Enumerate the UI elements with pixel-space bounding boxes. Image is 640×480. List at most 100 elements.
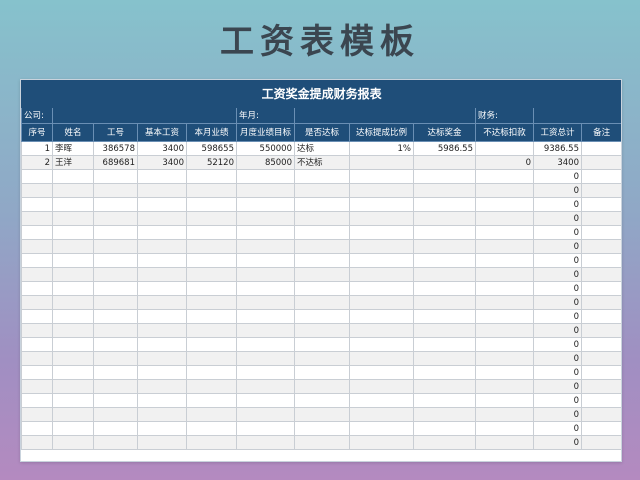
table-cell[interactable] bbox=[475, 141, 534, 156]
table-cell[interactable] bbox=[294, 351, 350, 366]
table-cell[interactable] bbox=[294, 183, 350, 198]
table-cell[interactable]: 李晖 bbox=[52, 141, 94, 156]
table-cell[interactable] bbox=[294, 393, 350, 408]
table-cell[interactable] bbox=[349, 239, 414, 254]
table-cell[interactable] bbox=[294, 253, 350, 268]
table-cell[interactable] bbox=[236, 295, 295, 310]
table-cell[interactable] bbox=[52, 323, 94, 338]
table-cell[interactable] bbox=[137, 351, 187, 366]
table-cell[interactable]: 0 bbox=[533, 183, 582, 198]
table-cell[interactable] bbox=[580, 365, 621, 380]
table-cell[interactable]: 0 bbox=[533, 225, 582, 240]
table-cell[interactable] bbox=[52, 239, 94, 254]
table-cell[interactable] bbox=[93, 169, 138, 184]
table-cell[interactable] bbox=[93, 351, 138, 366]
table-cell[interactable] bbox=[475, 239, 534, 254]
table-cell[interactable] bbox=[186, 337, 237, 352]
table-cell[interactable]: 0 bbox=[533, 393, 582, 408]
table-cell[interactable] bbox=[21, 239, 53, 254]
table-cell[interactable] bbox=[186, 211, 237, 226]
table-cell[interactable] bbox=[349, 351, 414, 366]
table-cell[interactable] bbox=[186, 295, 237, 310]
table-cell[interactable]: 0 bbox=[533, 197, 582, 212]
table-cell[interactable] bbox=[186, 309, 237, 324]
table-cell[interactable]: 9386.55 bbox=[533, 141, 582, 156]
table-cell[interactable] bbox=[21, 365, 53, 380]
table-cell[interactable] bbox=[137, 225, 187, 240]
table-cell[interactable] bbox=[413, 309, 476, 324]
table-cell[interactable] bbox=[294, 295, 350, 310]
table-cell[interactable] bbox=[413, 379, 476, 394]
table-cell[interactable] bbox=[294, 211, 350, 226]
table-cell[interactable] bbox=[294, 197, 350, 212]
table-cell[interactable] bbox=[349, 365, 414, 380]
table-cell[interactable] bbox=[475, 323, 534, 338]
table-cell[interactable] bbox=[349, 169, 414, 184]
table-cell[interactable] bbox=[186, 351, 237, 366]
table-cell[interactable] bbox=[137, 239, 187, 254]
table-cell[interactable] bbox=[580, 295, 621, 310]
table-cell[interactable] bbox=[52, 267, 94, 282]
table-cell[interactable] bbox=[137, 267, 187, 282]
table-cell[interactable] bbox=[580, 211, 621, 226]
table-cell[interactable] bbox=[413, 281, 476, 296]
table-cell[interactable] bbox=[93, 281, 138, 296]
table-cell[interactable] bbox=[52, 393, 94, 408]
table-cell[interactable] bbox=[580, 337, 621, 352]
table-cell[interactable] bbox=[349, 379, 414, 394]
table-cell[interactable] bbox=[52, 365, 94, 380]
column-header[interactable]: 本月业绩 bbox=[186, 123, 237, 142]
table-cell[interactable] bbox=[413, 393, 476, 408]
table-cell[interactable] bbox=[186, 239, 237, 254]
table-cell[interactable] bbox=[93, 211, 138, 226]
table-cell[interactable] bbox=[580, 435, 621, 450]
table-cell[interactable]: 386578 bbox=[93, 141, 138, 156]
table-cell[interactable] bbox=[294, 365, 350, 380]
table-cell[interactable] bbox=[21, 183, 53, 198]
table-cell[interactable]: 0 bbox=[533, 169, 582, 184]
table-cell[interactable] bbox=[236, 365, 295, 380]
table-cell[interactable] bbox=[413, 225, 476, 240]
table-cell[interactable] bbox=[294, 407, 350, 422]
table-cell[interactable] bbox=[52, 211, 94, 226]
table-cell[interactable] bbox=[413, 295, 476, 310]
table-cell[interactable] bbox=[93, 337, 138, 352]
table-cell[interactable] bbox=[21, 169, 53, 184]
table-cell[interactable] bbox=[580, 141, 621, 156]
table-cell[interactable] bbox=[186, 393, 237, 408]
table-cell[interactable] bbox=[349, 323, 414, 338]
table-cell[interactable] bbox=[580, 267, 621, 282]
table-cell[interactable] bbox=[137, 211, 187, 226]
table-cell[interactable] bbox=[93, 421, 138, 436]
table-cell[interactable]: 5986.55 bbox=[413, 141, 476, 156]
table-cell[interactable]: 598655 bbox=[186, 141, 237, 156]
table-cell[interactable] bbox=[475, 169, 534, 184]
company-value-cell[interactable] bbox=[52, 107, 237, 124]
table-cell[interactable] bbox=[475, 225, 534, 240]
table-cell[interactable] bbox=[475, 393, 534, 408]
table-cell[interactable] bbox=[294, 225, 350, 240]
table-cell[interactable] bbox=[475, 365, 534, 380]
table-cell[interactable]: 0 bbox=[533, 239, 582, 254]
table-cell[interactable] bbox=[349, 155, 414, 170]
table-cell[interactable] bbox=[21, 407, 53, 422]
table-cell[interactable] bbox=[137, 183, 187, 198]
table-cell[interactable] bbox=[475, 183, 534, 198]
table-cell[interactable] bbox=[93, 365, 138, 380]
table-cell[interactable] bbox=[186, 253, 237, 268]
table-cell[interactable]: 0 bbox=[533, 323, 582, 338]
table-cell[interactable] bbox=[21, 393, 53, 408]
table-cell[interactable] bbox=[186, 281, 237, 296]
table-cell[interactable] bbox=[93, 225, 138, 240]
table-cell[interactable] bbox=[93, 407, 138, 422]
table-cell[interactable] bbox=[137, 253, 187, 268]
column-header[interactable]: 工号 bbox=[93, 123, 138, 142]
table-cell[interactable] bbox=[475, 337, 534, 352]
table-cell[interactable] bbox=[475, 309, 534, 324]
table-cell[interactable] bbox=[349, 267, 414, 282]
table-cell[interactable] bbox=[236, 393, 295, 408]
table-cell[interactable] bbox=[413, 337, 476, 352]
table-cell[interactable] bbox=[52, 435, 94, 450]
table-cell[interactable] bbox=[21, 421, 53, 436]
table-cell[interactable] bbox=[93, 323, 138, 338]
